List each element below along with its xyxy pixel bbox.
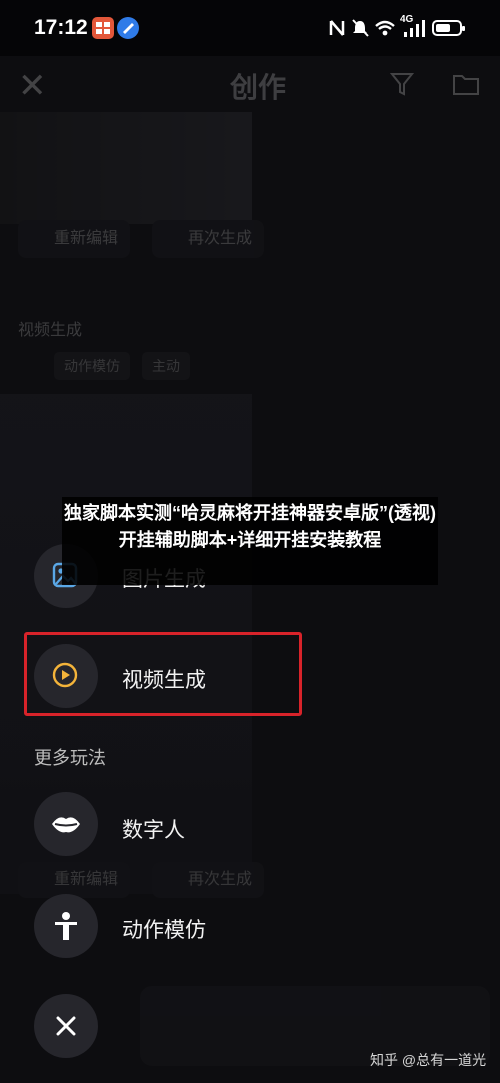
section-heading: 视频生成 [18, 322, 83, 339]
mute-icon [352, 19, 369, 37]
nfc-icon [329, 20, 345, 36]
regenerate-edit-chip: 重新编辑 [18, 862, 131, 898]
status-bar: 17:12 4G [0, 0, 500, 56]
app-notification-icon [92, 17, 114, 39]
app-notification-icon-2 [117, 17, 139, 39]
watermark: 知乎 @总有一道光 [370, 1052, 487, 1068]
close-icon: ✕ [18, 67, 47, 105]
close-icon [56, 1016, 76, 1036]
tag-chip: 动作模仿 [54, 352, 130, 380]
overlay-banner-text: 独家脚本实测“哈灵麻将开挂神器安卓版”(透视)开挂辅助脚本+详细开挂安装教程 [64, 503, 436, 550]
wifi-icon [375, 20, 395, 36]
battery-icon [432, 20, 465, 36]
page-title: 创作 [230, 72, 287, 103]
signal-icon [404, 20, 425, 37]
filter-icon [390, 73, 415, 96]
regenerate-again-chip: 再次生成 [152, 220, 265, 258]
action-mimic-label[interactable]: 动作模仿 [122, 914, 206, 944]
digital-human-button[interactable] [34, 792, 98, 856]
status-time: 17:12 [34, 16, 88, 39]
lips-icon [52, 817, 80, 833]
tag-chip: 主动 [142, 352, 190, 380]
more-section-heading: 更多玩法 [34, 748, 106, 768]
action-mimic-button[interactable] [34, 894, 98, 958]
folder-icon [453, 75, 479, 95]
regenerate-again-chip: 再次生成 [152, 862, 265, 898]
thumbnail [0, 112, 252, 224]
person-icon [55, 912, 77, 940]
regenerate-edit-chip: 重新编辑 [18, 220, 131, 258]
highlight-box [24, 632, 302, 716]
digital-human-label[interactable]: 数字人 [122, 814, 185, 844]
close-menu-button[interactable] [34, 994, 98, 1058]
